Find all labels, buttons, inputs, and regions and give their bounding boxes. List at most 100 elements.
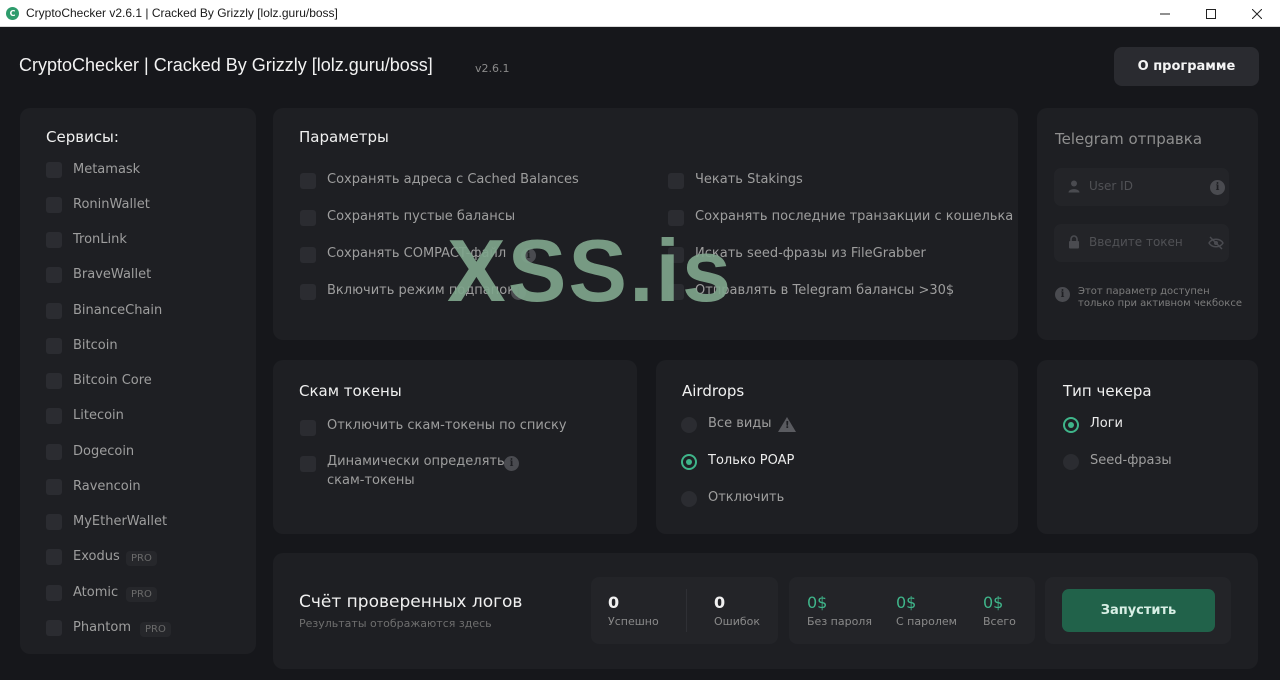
total-balance: 0$ xyxy=(983,593,1004,612)
lock-icon xyxy=(1069,235,1079,249)
stats-subtitle: Результаты отображаются здесь xyxy=(299,617,492,630)
param-checkbox-compact-file[interactable] xyxy=(300,247,316,263)
telegram-user-id-input[interactable]: User ID i xyxy=(1054,168,1229,206)
scam-dynamic-label-line2: скам-токены xyxy=(327,473,415,488)
param-checkbox-stakings[interactable] xyxy=(668,173,684,189)
about-button[interactable]: О программе xyxy=(1114,47,1259,86)
telegram-token-input[interactable]: Введите токен xyxy=(1054,224,1229,262)
no-password-label: Без пароля xyxy=(807,615,872,628)
info-icon[interactable]: i xyxy=(521,248,536,263)
checker-radio-seed[interactable] xyxy=(1063,454,1079,470)
service-checkbox-myetherwallet[interactable] xyxy=(46,514,62,530)
user-id-placeholder: User ID xyxy=(1089,179,1133,193)
stats-title: Счёт проверенных логов xyxy=(299,592,523,612)
airdrop-option-label: Только POAP xyxy=(708,453,795,468)
checker-option-label: Логи xyxy=(1090,416,1124,431)
service-checkbox-tronlink[interactable] xyxy=(46,232,62,248)
service-label: RoninWallet xyxy=(73,197,150,212)
param-checkbox-empty-balances[interactable] xyxy=(300,210,316,226)
version-label: v2.6.1 xyxy=(475,62,510,75)
service-checkbox-roninwallet[interactable] xyxy=(46,197,62,213)
success-label: Успешно xyxy=(608,615,659,628)
param-checkbox-last-transactions[interactable] xyxy=(668,210,684,226)
minimize-icon xyxy=(1160,13,1170,14)
service-label: TronLink xyxy=(73,232,127,247)
param-checkbox-seed-filegrabber[interactable] xyxy=(668,247,684,263)
with-password-balance: 0$ xyxy=(896,593,917,612)
scam-dynamic-label-line1: Динамически определять xyxy=(327,454,505,469)
window-controls xyxy=(1142,0,1280,27)
checker-radio-logs[interactable] xyxy=(1063,417,1079,433)
service-checkbox-phantom[interactable] xyxy=(46,620,62,636)
pro-badge: PRO xyxy=(126,587,157,602)
service-checkbox-exodus[interactable] xyxy=(46,549,62,565)
service-label: Litecoin xyxy=(73,408,124,423)
close-icon xyxy=(1252,8,1262,19)
param-checkbox-cached-balances[interactable] xyxy=(300,173,316,189)
scam-dynamic-checkbox[interactable] xyxy=(300,456,316,472)
warning-icon[interactable]: ! xyxy=(778,417,796,432)
param-label: Сохранять адреса с Cached Balances xyxy=(327,172,579,187)
token-placeholder: Введите токен xyxy=(1089,235,1183,249)
service-label: BinanceChain xyxy=(73,303,163,318)
airdrop-radio-poap[interactable] xyxy=(681,454,697,470)
service-label: Bitcoin Core xyxy=(73,373,152,388)
telegram-note-line2: только при активном чекбоксе xyxy=(1078,298,1242,309)
service-checkbox-binancechain[interactable] xyxy=(46,303,62,319)
airdrop-option-label: Все виды xyxy=(708,416,772,431)
eye-off-icon[interactable] xyxy=(1208,236,1224,250)
parameters-title: Параметры xyxy=(299,128,389,146)
service-label: Dogecoin xyxy=(73,444,135,459)
errors-count: 0 xyxy=(714,593,726,612)
service-label: Atomic xyxy=(73,585,119,600)
app-title: CryptoChecker | Cracked By Grizzly [lolz… xyxy=(19,55,433,75)
scam-list-checkbox[interactable] xyxy=(300,420,316,436)
service-checkbox-bravewallet[interactable] xyxy=(46,267,62,283)
success-count: 0 xyxy=(608,593,620,612)
param-label: Сохранять последние транзакции с кошельк… xyxy=(695,209,1014,224)
param-label: Чекать Stakings xyxy=(695,172,803,187)
service-label: Ravencoin xyxy=(73,479,141,494)
pro-badge: PRO xyxy=(140,622,171,637)
param-label: Сохранять пустые балансы xyxy=(327,209,516,224)
param-checkbox-telegram-send[interactable] xyxy=(668,284,684,300)
service-label: MyEtherWallet xyxy=(73,514,168,529)
scam-list-label: Отключить скам-токены по списку xyxy=(327,418,567,433)
balance-stats-box: 0$ Без пароля 0$ С паролем 0$ Всего xyxy=(789,577,1035,644)
count-stats-box: 0 Успешно 0 Ошибок xyxy=(591,577,778,644)
service-checkbox-bitcoin[interactable] xyxy=(46,338,62,354)
service-checkbox-litecoin[interactable] xyxy=(46,408,62,424)
minimize-button[interactable] xyxy=(1142,0,1188,27)
telegram-title: Telegram отправка xyxy=(1055,130,1203,148)
service-checkbox-atomic[interactable] xyxy=(46,585,62,601)
service-label: Metamask xyxy=(73,162,141,177)
service-checkbox-ravencoin[interactable] xyxy=(46,479,62,495)
total-label: Всего xyxy=(983,615,1016,628)
service-label: Bitcoin xyxy=(73,338,118,353)
info-icon[interactable]: i xyxy=(511,285,526,300)
airdrop-radio-all[interactable] xyxy=(681,417,697,433)
info-icon[interactable]: i xyxy=(504,456,519,471)
maximize-button[interactable] xyxy=(1188,0,1234,27)
app-logo-icon: C xyxy=(6,6,19,20)
airdrop-radio-off[interactable] xyxy=(681,491,697,507)
service-checkbox-dogecoin[interactable] xyxy=(46,444,62,460)
param-checkbox-subfolders[interactable] xyxy=(300,284,316,300)
service-label: Phantom xyxy=(73,620,131,635)
service-checkbox-bitcoin-core[interactable] xyxy=(46,373,62,389)
window-title: CryptoChecker v2.6.1 | Cracked By Grizzl… xyxy=(26,6,338,20)
service-label: Exodus xyxy=(73,549,120,564)
param-label: Искать seed-фразы из FileGrabber xyxy=(695,246,926,261)
info-icon[interactable]: i xyxy=(1210,180,1225,195)
info-icon: i xyxy=(1055,287,1070,302)
run-button[interactable]: Запустить xyxy=(1062,589,1215,632)
close-window-button[interactable] xyxy=(1234,0,1280,27)
service-checkbox-metamask[interactable] xyxy=(46,162,62,178)
telegram-note-line1: Этот параметр доступен xyxy=(1078,286,1210,297)
maximize-icon xyxy=(1206,8,1216,19)
param-label: Отправлять в Telegram балансы >30$ xyxy=(695,283,955,298)
service-label: BraveWallet xyxy=(73,267,152,282)
divider xyxy=(686,589,687,632)
window-titlebar: C CryptoChecker v2.6.1 | Cracked By Griz… xyxy=(0,0,1280,27)
services-title: Сервисы: xyxy=(46,128,119,146)
